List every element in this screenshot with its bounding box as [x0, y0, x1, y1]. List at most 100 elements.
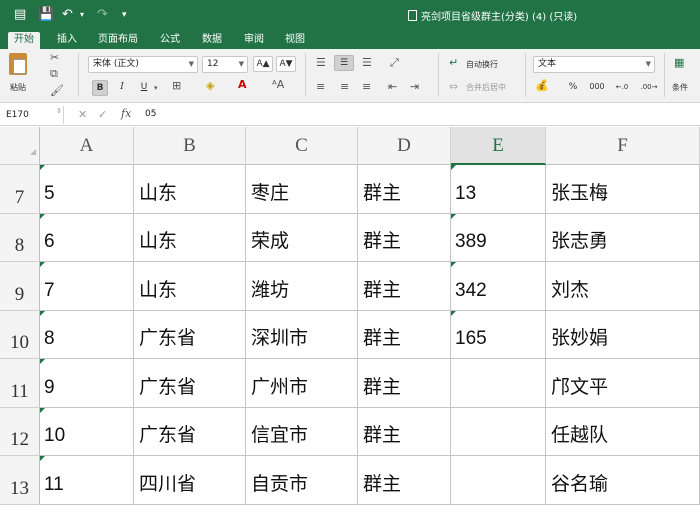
paste-icon[interactable]: [9, 53, 27, 75]
tab-insert[interactable]: 插入: [51, 32, 83, 49]
align-middle-button[interactable]: ☰: [334, 55, 354, 71]
table-cell[interactable]: 8: [40, 310, 134, 359]
table-cell[interactable]: 山东: [134, 262, 246, 311]
row-header-partial[interactable]: [0, 155, 40, 165]
table-cell[interactable]: [451, 359, 546, 408]
align-right-icon[interactable]: ≡: [362, 81, 371, 93]
align-bottom-icon[interactable]: ☰: [362, 57, 372, 69]
merge-center-button[interactable]: 合并后居中: [466, 82, 506, 93]
table-cell[interactable]: 165: [451, 310, 546, 359]
cut-icon[interactable]: ✂: [50, 52, 59, 64]
align-top-icon[interactable]: ☰: [316, 57, 326, 69]
wrap-text-button[interactable]: 自动换行: [466, 59, 498, 70]
table-cell[interactable]: 深圳市: [246, 310, 358, 359]
table-cell[interactable]: 山东: [134, 165, 246, 214]
chevron-down-icon[interactable]: ▾: [154, 82, 158, 94]
redo-icon[interactable]: ↷: [97, 7, 108, 23]
table-cell[interactable]: [451, 407, 546, 456]
tab-home[interactable]: 开始: [8, 32, 40, 49]
row-header[interactable]: 10: [0, 310, 40, 359]
format-painter-icon[interactable]: 🖌: [50, 85, 64, 97]
table-cell[interactable]: 潍坊: [246, 262, 358, 311]
table-cell[interactable]: 6: [40, 213, 134, 262]
grow-font-button[interactable]: A▲: [253, 56, 273, 72]
conditional-format-button[interactable]: 条件: [672, 82, 688, 93]
table-cell[interactable]: 7: [40, 262, 134, 311]
table-cell[interactable]: [451, 456, 546, 505]
table-cell[interactable]: 广东省: [134, 359, 246, 408]
table-cell[interactable]: 张玉梅: [546, 165, 700, 214]
table-cell[interactable]: 11: [40, 456, 134, 505]
align-left-icon[interactable]: ≡: [316, 81, 325, 93]
table-cell[interactable]: 群主: [358, 165, 451, 214]
column-header-d[interactable]: D: [358, 127, 451, 165]
sidebar-icon[interactable]: ▤: [14, 7, 26, 23]
decrease-decimal-button[interactable]: .00→: [638, 80, 660, 96]
table-cell[interactable]: 信宜市: [246, 407, 358, 456]
table-cell[interactable]: 邝文平: [546, 359, 700, 408]
table-cell[interactable]: 10: [40, 407, 134, 456]
tab-formulas[interactable]: 公式: [154, 32, 186, 49]
table-cell[interactable]: 张妙娟: [546, 310, 700, 359]
column-header-e[interactable]: E: [451, 127, 546, 165]
table-cell[interactable]: 群主: [358, 456, 451, 505]
table-cell[interactable]: 9: [40, 359, 134, 408]
table-cell[interactable]: 广东省: [134, 310, 246, 359]
row-header[interactable]: 13: [0, 456, 40, 505]
table-cell[interactable]: 山东: [134, 213, 246, 262]
wrap-text-icon[interactable]: ↵: [449, 57, 458, 69]
table-cell[interactable]: 荣成: [246, 213, 358, 262]
row-header[interactable]: 9: [0, 262, 40, 311]
table-cell[interactable]: 自贡市: [246, 456, 358, 505]
undo-dropdown-icon[interactable]: ▾: [80, 7, 84, 23]
font-color-icon[interactable]: A: [238, 79, 247, 91]
bold-button[interactable]: B: [92, 80, 108, 96]
row-header[interactable]: 8: [0, 213, 40, 262]
confirm-icon[interactable]: ✓: [98, 108, 107, 121]
fill-color-icon[interactable]: ◈: [206, 80, 214, 92]
table-cell[interactable]: 群主: [358, 359, 451, 408]
tab-page-layout[interactable]: 页面布局: [92, 32, 144, 49]
customize-toolbar-icon[interactable]: ▾: [122, 7, 127, 23]
font-name-select[interactable]: 宋体 (正文) ▼: [88, 56, 198, 73]
table-cell[interactable]: 任越队: [546, 407, 700, 456]
currency-icon[interactable]: 💰: [535, 80, 549, 92]
italic-button[interactable]: I: [114, 80, 130, 96]
shrink-font-button[interactable]: A▼: [276, 56, 296, 72]
paste-button-label[interactable]: 粘贴: [10, 82, 26, 93]
table-cell[interactable]: 枣庄: [246, 165, 358, 214]
orientation-icon[interactable]: ⤢: [390, 57, 399, 69]
table-cell[interactable]: 广东省: [134, 407, 246, 456]
column-header-f[interactable]: F: [546, 127, 700, 165]
conditional-format-icon[interactable]: ▦: [674, 57, 684, 69]
merge-center-icon[interactable]: ⇔: [449, 81, 458, 93]
row-header[interactable]: 12: [0, 407, 40, 456]
borders-icon[interactable]: ⊞: [172, 80, 181, 92]
tab-review[interactable]: 审阅: [238, 32, 270, 49]
copy-icon[interactable]: ⧉: [50, 68, 58, 80]
table-cell[interactable]: 刘杰: [546, 262, 700, 311]
table-cell[interactable]: 5: [40, 165, 134, 214]
table-cell[interactable]: 张志勇: [546, 213, 700, 262]
table-cell[interactable]: 13: [451, 165, 546, 214]
cancel-icon[interactable]: ✕: [78, 108, 87, 121]
table-cell[interactable]: 群主: [358, 310, 451, 359]
table-cell[interactable]: 群主: [358, 262, 451, 311]
row-header[interactable]: 7: [0, 165, 40, 214]
table-cell[interactable]: 谷名瑜: [546, 456, 700, 505]
table-cell[interactable]: 群主: [358, 213, 451, 262]
underline-button[interactable]: U: [136, 80, 152, 96]
column-header-a[interactable]: A: [40, 127, 134, 165]
column-header-c[interactable]: C: [246, 127, 358, 165]
comma-style-button[interactable]: 000: [586, 80, 608, 96]
name-box[interactable]: E170: [0, 106, 64, 124]
decrease-indent-icon[interactable]: ⇤: [388, 81, 397, 93]
tab-view[interactable]: 视图: [279, 32, 311, 49]
font-size-select[interactable]: 12 ▼: [202, 56, 248, 73]
table-cell[interactable]: 四川省: [134, 456, 246, 505]
table-cell[interactable]: 342: [451, 262, 546, 311]
table-cell[interactable]: 广州市: [246, 359, 358, 408]
formula-input[interactable]: 05: [145, 109, 156, 119]
phonetic-icon[interactable]: ᴬA: [272, 79, 284, 91]
table-cell[interactable]: 群主: [358, 407, 451, 456]
